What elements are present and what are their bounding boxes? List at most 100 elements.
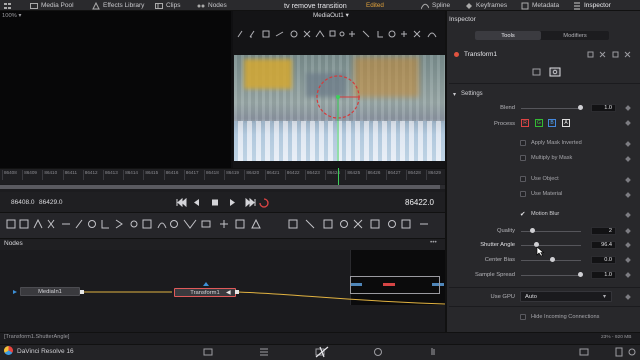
left-viewer[interactable]	[0, 11, 231, 168]
sample-spread-slider-knob[interactable]	[578, 272, 583, 277]
multiply-by-mask-checkbox[interactable]	[520, 155, 526, 161]
nodes-title: Nodes	[4, 240, 23, 247]
tab-spline[interactable]: Spline	[421, 0, 450, 11]
range-bar[interactable]	[0, 185, 445, 189]
settings-chevron-icon[interactable]: ▾	[453, 91, 456, 98]
timeline-tick-label: 86421	[266, 170, 280, 175]
process-r-toggle[interactable]: R	[521, 119, 529, 127]
timeline-tick-mark	[305, 170, 306, 180]
hide-incoming-checkbox[interactable]	[520, 314, 526, 320]
blend-slider[interactable]	[521, 108, 581, 109]
camera-tool-icon	[235, 219, 245, 229]
use-material-checkbox[interactable]	[520, 191, 526, 197]
process-label: Process	[494, 121, 515, 127]
mediain-output-port[interactable]	[80, 290, 84, 294]
blend-slider-knob[interactable]	[578, 105, 583, 110]
node-collapse-icon[interactable]: ◀	[226, 289, 231, 296]
resolve-logo-icon	[4, 346, 13, 355]
center-bias-slider-knob[interactable]	[550, 257, 555, 262]
process-a-toggle[interactable]: A	[562, 119, 570, 127]
chevron-down-icon: ▾	[603, 294, 607, 300]
hide-incoming-label: Hide Incoming Connections	[531, 314, 600, 320]
settings-section-title[interactable]: Settings	[461, 91, 483, 97]
tool-icons[interactable]	[6, 218, 442, 230]
stop-icon	[212, 199, 218, 206]
viewer-image[interactable]	[234, 55, 445, 161]
transform-tool-icon	[115, 219, 123, 229]
page-switcher-right[interactable]	[578, 346, 638, 358]
zoom-value: 100%	[2, 13, 17, 19]
process-g-toggle[interactable]: G	[535, 119, 543, 127]
inspector-title: Inspector	[449, 16, 476, 23]
viewer-name[interactable]: MediaOut1 ▾	[313, 12, 349, 19]
transform-widget[interactable]	[234, 55, 445, 161]
node-mediain1[interactable]: MediaIn1	[20, 287, 80, 296]
inspector-divider-3	[449, 306, 640, 307]
timeline-tick-label: 86413	[105, 170, 118, 175]
blend-value[interactable]: 1.0	[591, 104, 616, 112]
center-bias-value[interactable]: 0.0	[591, 256, 616, 264]
node-header-actions[interactable]	[586, 50, 636, 59]
shutter-angle-value[interactable]: 96.4	[591, 241, 616, 249]
nodes-more-button[interactable]: •••	[430, 239, 437, 246]
apply-mask-inverted-checkbox[interactable]	[520, 140, 526, 146]
merge3d-tool-icon	[370, 219, 380, 229]
viewer-toolbar[interactable]	[236, 29, 442, 39]
menu-button[interactable]	[4, 0, 12, 11]
tab-media-pool[interactable]: Media Pool	[30, 0, 74, 11]
rectangle-tool-icon	[142, 219, 152, 229]
crop-tool-icon	[288, 219, 298, 229]
zoom-dropdown[interactable]: 100% ▾	[2, 13, 21, 19]
renderer-tool-icon	[323, 219, 333, 229]
color-page-icon	[374, 348, 382, 356]
curve-icon	[427, 32, 437, 38]
transform-input-arrow	[203, 282, 209, 286]
end-frame[interactable]: 86429.0	[39, 199, 63, 206]
tab-inspector[interactable]: Inspector	[573, 0, 611, 11]
tab-effects-library[interactable]: Effects Library	[92, 0, 144, 11]
pointer-icon	[237, 30, 243, 38]
motion-blur-checkbox[interactable]: ✔	[520, 210, 525, 218]
shutter-angle-label: Shutter Angle	[480, 242, 515, 248]
timeline-tick-label: 86422	[286, 170, 300, 175]
timeline-tick-mark	[325, 170, 327, 180]
tab-metadata[interactable]: Metadata	[521, 0, 559, 11]
media-page-icon	[203, 348, 213, 356]
polygon-icon	[315, 30, 325, 38]
node-color-dot[interactable]	[454, 52, 459, 57]
controls-tab-icon	[532, 68, 541, 76]
shutter-angle-slider[interactable]	[521, 245, 581, 246]
quality-value[interactable]: 2	[591, 227, 616, 235]
app-name: DaVinci Resolve 16	[17, 348, 74, 355]
tab-tools[interactable]: Tools	[475, 31, 541, 40]
cube-tool-icon	[401, 219, 411, 229]
tab-keyframes[interactable]: Keyframes	[465, 0, 507, 11]
page-switcher[interactable]	[200, 346, 440, 358]
tab-clips-label: Clips	[166, 2, 181, 9]
use-gpu-dropdown[interactable]: Auto ▾	[520, 291, 612, 302]
tab-clips[interactable]: Clips	[155, 0, 180, 11]
sample-spread-value[interactable]: 1.0	[591, 271, 616, 279]
process-b-toggle[interactable]: B	[548, 119, 556, 127]
grid-icon	[4, 2, 11, 9]
transport-controls[interactable]	[176, 197, 270, 208]
sample-spread-slider[interactable]	[521, 275, 581, 276]
timeline-tick-mark	[163, 170, 165, 180]
shape-tool-icon	[251, 218, 261, 229]
start-frame[interactable]: 86408.0	[11, 199, 35, 206]
current-frame[interactable]: 86422.0	[405, 198, 434, 207]
plus-icon	[349, 31, 355, 37]
tab-nodes[interactable]: Nodes	[197, 0, 227, 11]
quality-slider-knob[interactable]	[530, 228, 535, 233]
tab-modifiers[interactable]: Modifiers	[542, 31, 608, 40]
transform-output-port[interactable]	[235, 290, 239, 294]
rect-tool-icon	[262, 30, 270, 38]
use-object-checkbox[interactable]	[520, 176, 526, 182]
timeline-tick-mark	[82, 170, 84, 180]
timeline-tick-mark	[406, 170, 407, 180]
inspector-subtabs[interactable]	[531, 67, 563, 77]
timeline-tick-label: 86426	[367, 170, 381, 175]
center-handle[interactable]	[336, 95, 340, 99]
line-tool-icon	[275, 31, 284, 37]
light-tool-icon	[340, 220, 348, 228]
